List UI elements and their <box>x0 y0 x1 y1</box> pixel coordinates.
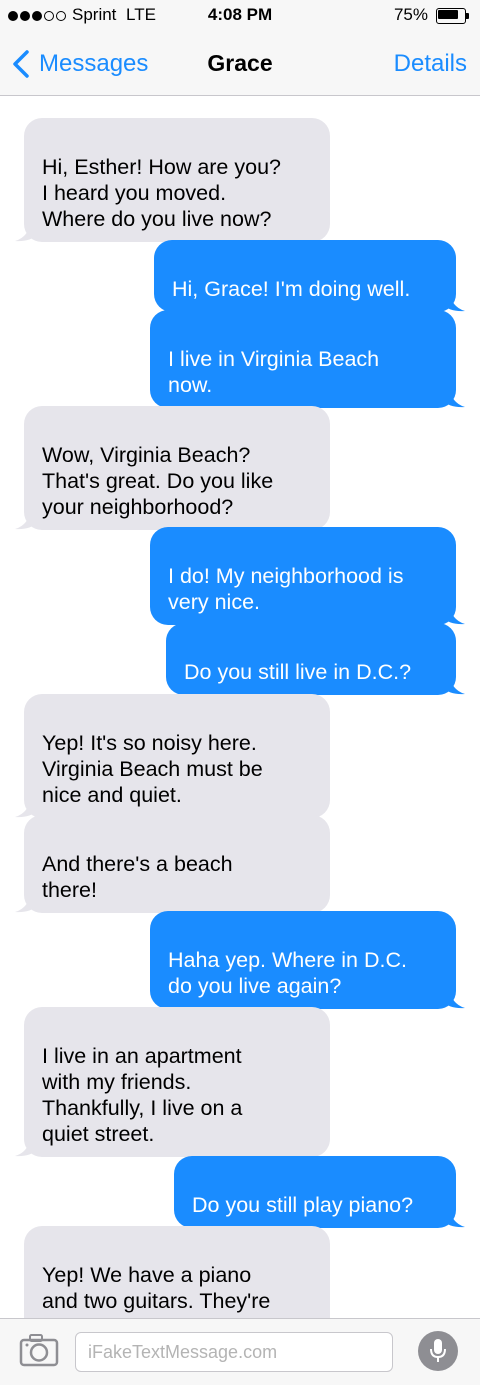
message-bubble-received: I live in an apartment with my friends. … <box>15 1007 330 1157</box>
bubble-tail <box>15 220 37 242</box>
bubble-tail <box>443 290 465 312</box>
message-bubble-sent: Do you still play piano? <box>174 1156 465 1228</box>
message-text: Yep! We have a piano and two guitars. Th… <box>42 1263 271 1318</box>
message-bubble-sent: Hi, Grace! I'm doing well. <box>154 240 465 312</box>
message-text: I live in an apartment with my friends. … <box>42 1044 243 1146</box>
bubble-tail <box>443 673 465 695</box>
message-text: Yep! It's so noisy here. Virginia Beach … <box>42 731 263 807</box>
bubble-tail <box>15 891 37 913</box>
message-bubble-sent: Haha yep. Where in D.C. do you live agai… <box>150 911 465 1009</box>
message-input[interactable] <box>75 1332 393 1372</box>
navigation-bar: Messages Grace Details <box>0 34 480 96</box>
message-text: Do you still live in D.C.? <box>184 660 412 684</box>
camera-button[interactable] <box>19 1333 59 1367</box>
message-bubble-sent: I do! My neighborhood is very nice. <box>150 527 465 625</box>
message-text: Hi, Esther! How are you? I heard you mov… <box>42 155 281 231</box>
message-bubble-received: Yep! We have a piano and two guitars. Th… <box>24 1226 330 1318</box>
status-bar: Sprint LTE 4:08 PM 75% <box>0 0 480 34</box>
bubble-tail <box>15 508 37 530</box>
message-text: I do! My neighborhood is very nice. <box>168 564 404 614</box>
conversation-thread[interactable]: Hi, Esther! How are you? I heard you mov… <box>0 96 480 1318</box>
bubble-tail <box>443 987 465 1009</box>
message-bubble-received: And there's a beach there! <box>15 815 330 913</box>
microphone-icon <box>430 1339 446 1362</box>
bubble-tail <box>443 1206 465 1228</box>
camera-icon <box>19 1334 59 1367</box>
message-text: Hi, Grace! I'm doing well. <box>172 277 411 301</box>
details-button[interactable]: Details <box>394 50 467 78</box>
bubble-tail <box>15 796 37 818</box>
message-text: Do you still play piano? <box>192 1193 414 1217</box>
battery-icon <box>436 8 470 24</box>
message-bubble-received: Yep! It's so noisy here. Virginia Beach … <box>15 694 330 818</box>
message-bubble-sent: I live in Virginia Beach now. <box>150 310 465 408</box>
bubble-tail <box>443 386 465 408</box>
message-text: And there's a beach there! <box>42 852 233 902</box>
message-text: Wow, Virginia Beach? That's great. Do yo… <box>42 443 274 519</box>
message-text: Haha yep. Where in D.C. do you live agai… <box>168 948 407 998</box>
compose-bar <box>0 1318 480 1385</box>
message-bubble-sent: Do you still live in D.C.? <box>166 623 465 695</box>
battery-percentage: 75% <box>393 5 428 24</box>
message-bubble-received: Hi, Esther! How are you? I heard you mov… <box>15 118 330 242</box>
bubble-tail <box>15 1135 37 1157</box>
bubble-tail <box>443 603 465 625</box>
message-text: I live in Virginia Beach now. <box>168 347 380 397</box>
message-bubble-received: Wow, Virginia Beach? That's great. Do yo… <box>15 406 330 530</box>
microphone-button[interactable] <box>418 1331 458 1371</box>
